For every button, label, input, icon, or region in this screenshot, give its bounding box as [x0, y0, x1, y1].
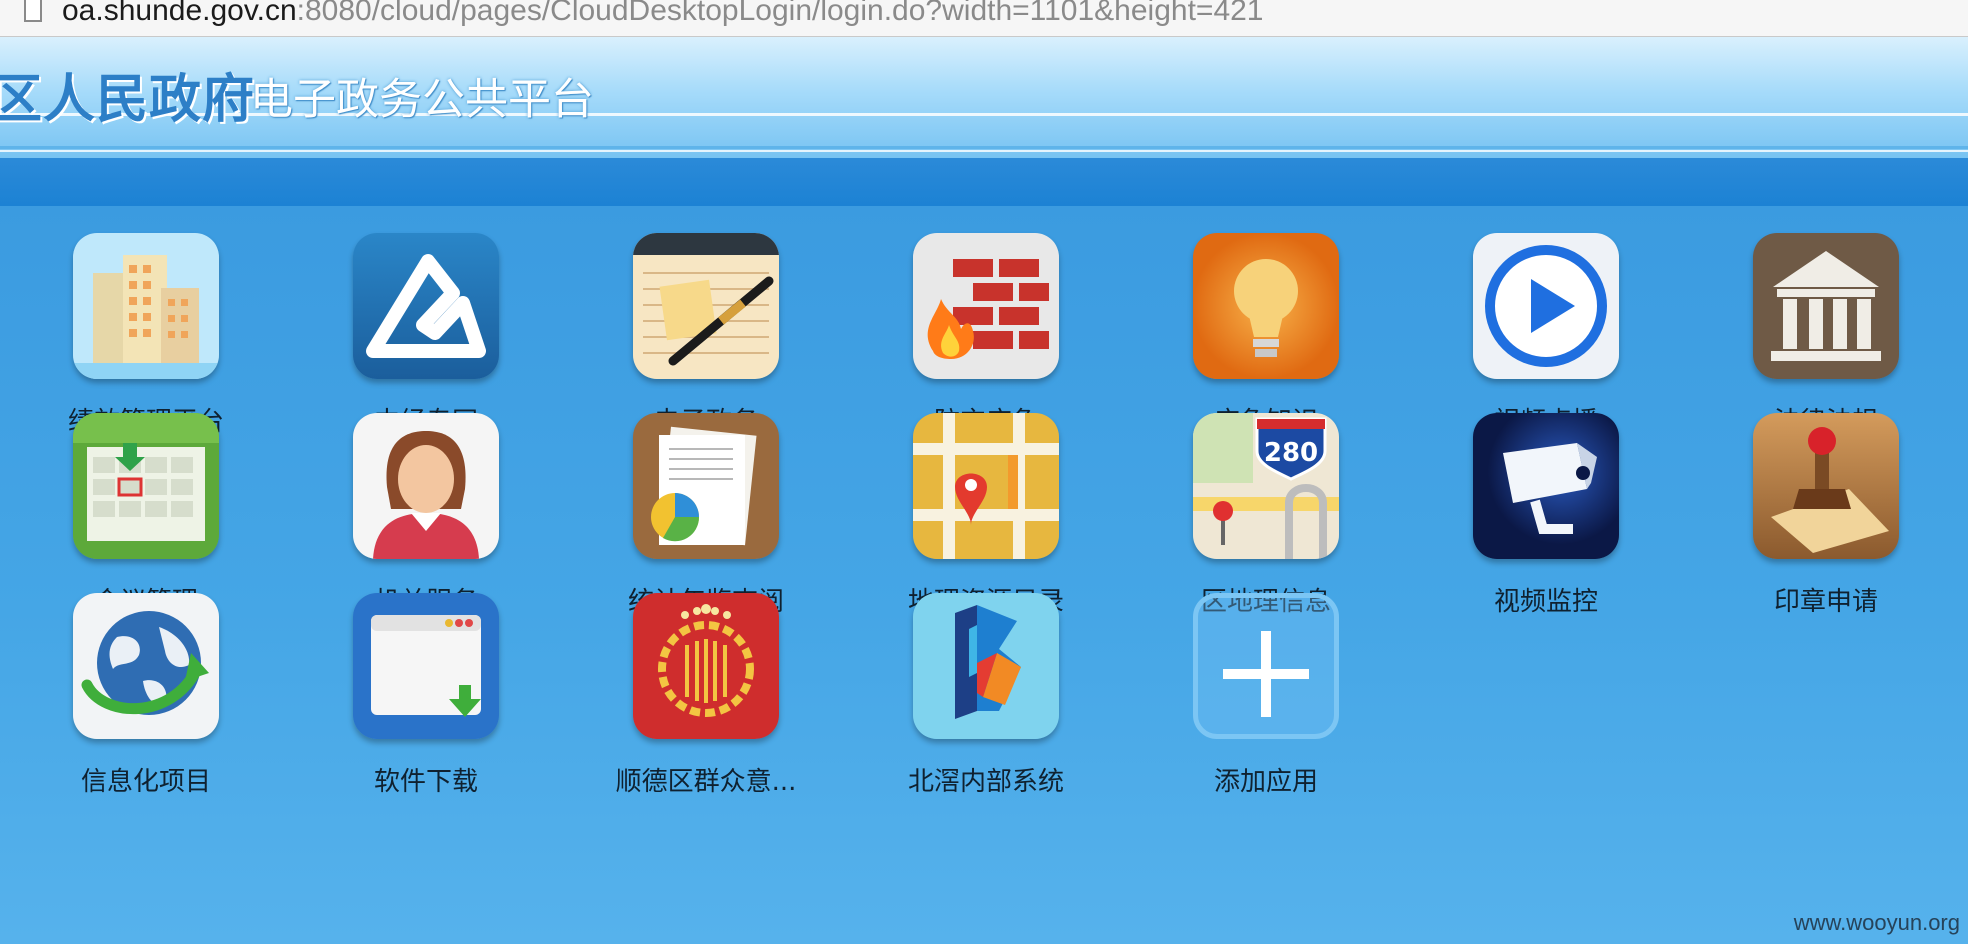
- app-label: 北滘内部系统: [907, 767, 1064, 797]
- calendar-icon: [73, 413, 219, 559]
- header-title: 区人民政府: [0, 70, 256, 130]
- zhongjing-logo-icon: [353, 233, 499, 379]
- app-beijiao-internal-system[interactable]: 北滘内部系统: [842, 593, 1122, 808]
- toolbar-band: [0, 158, 1968, 206]
- app-label: 软件下载: [373, 767, 478, 797]
- person-icon: [353, 413, 499, 559]
- app-software-download[interactable]: 软件下载: [282, 593, 562, 808]
- emblem-icon: [633, 593, 779, 739]
- stamp-icon: [1753, 413, 1899, 559]
- map-pin-icon: [913, 413, 1059, 559]
- cctv-camera-icon: [1473, 413, 1619, 559]
- app-label: 印章申请: [1773, 587, 1878, 617]
- notepad-pen-icon: [633, 233, 779, 379]
- courthouse-icon: [1753, 233, 1899, 379]
- app-public-opinion[interactable]: 顺德区群众意...: [562, 593, 842, 808]
- browser-address-bar[interactable]: oa.shunde.gov.cn:8080/cloud/pages/CloudD…: [0, 0, 1968, 37]
- globe-icon: [73, 593, 219, 739]
- add-app-button[interactable]: 添加应用: [1122, 593, 1402, 808]
- download-window-icon: [353, 593, 499, 739]
- watermark: www.wooyun.org: [1793, 910, 1960, 935]
- url-path: :8080/cloud/pages/CloudDesktopLogin/logi…: [296, 0, 1264, 27]
- app-desktop: 绩效管理平台 中经专网: [0, 206, 1968, 944]
- url-field[interactable]: oa.shunde.gov.cn:8080/cloud/pages/CloudD…: [62, 0, 1264, 30]
- play-icon: [1473, 233, 1619, 379]
- app-informatization-projects[interactable]: 信息化项目: [2, 593, 282, 808]
- url-host: oa.shunde.gov.cn: [62, 0, 297, 27]
- app-label: 添加应用: [1213, 767, 1318, 797]
- firewall-icon: [913, 233, 1059, 379]
- beijiao-logo-icon: [913, 593, 1059, 739]
- plus-icon: [1193, 593, 1339, 739]
- header-subtitle: 电子政务公共平台: [250, 75, 594, 125]
- report-pie-icon: [633, 413, 779, 559]
- portal-header: 区人民政府 电子政务公共平台: [0, 37, 1968, 158]
- app-video-surveillance[interactable]: 视频监控: [1402, 413, 1682, 628]
- app-label: 视频监控: [1493, 587, 1598, 617]
- buildings-icon: [73, 233, 219, 379]
- maps-280-icon: 280: [1193, 413, 1339, 559]
- page-icon: [24, 0, 42, 22]
- route-shield-text: 280: [1264, 438, 1318, 468]
- app-seal-application[interactable]: 印章申请: [1682, 413, 1962, 628]
- app-label: 顺德区群众意...: [615, 767, 797, 797]
- app-label: 信息化项目: [80, 767, 211, 797]
- lightbulb-icon: [1193, 233, 1339, 379]
